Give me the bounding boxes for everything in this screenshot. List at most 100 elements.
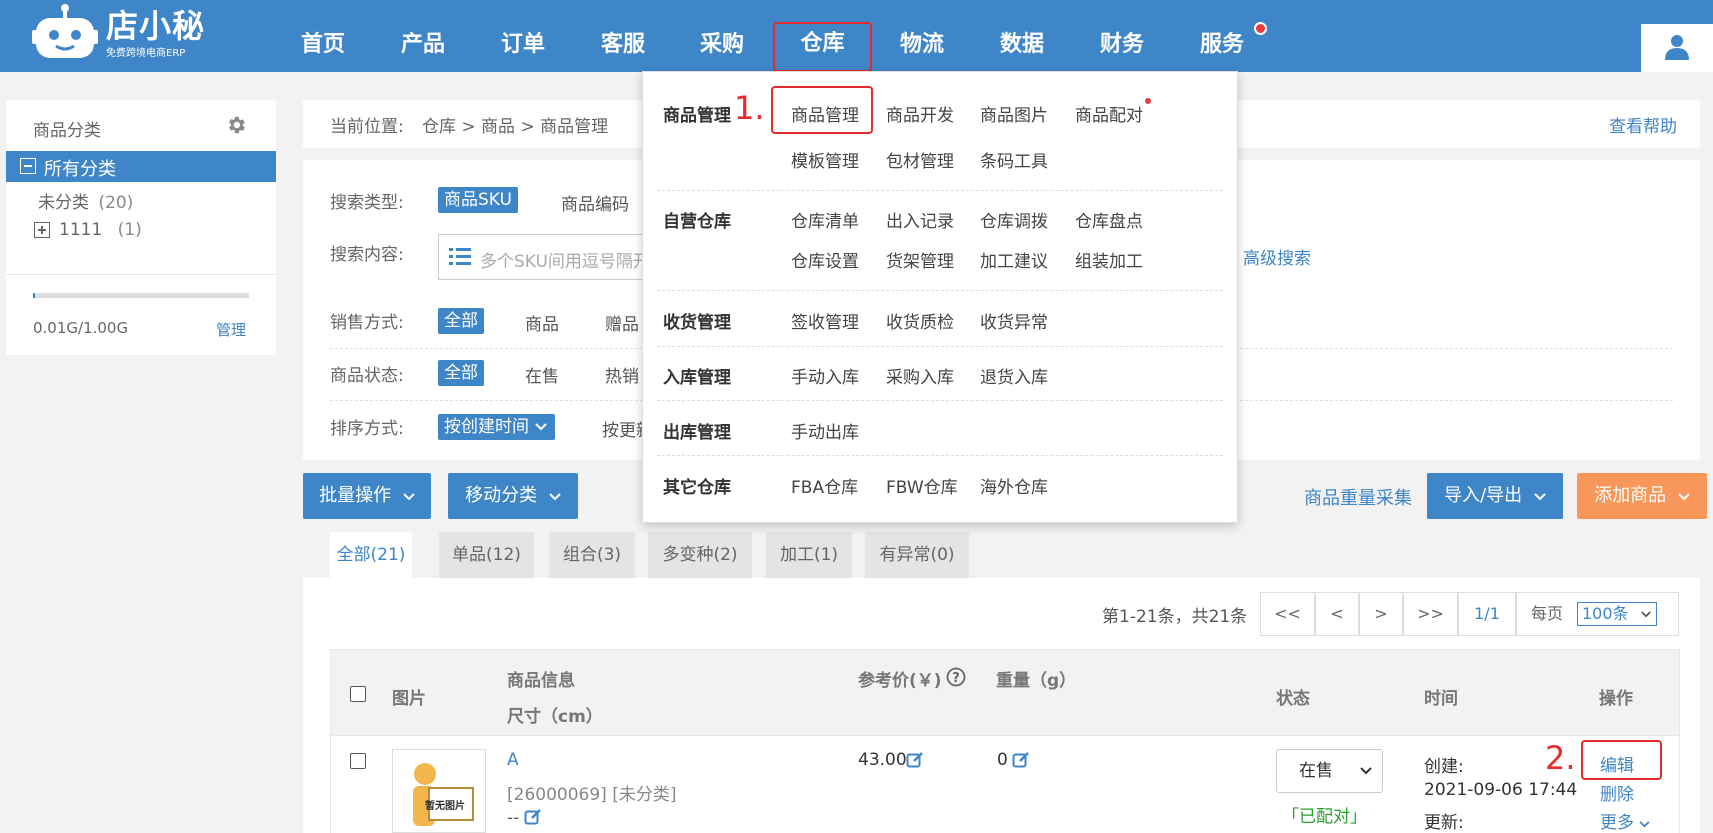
status-all[interactable]: 全部 <box>438 360 484 386</box>
top-navbar: 店小秘 免费跨境电商ERP 首页 产品 订单 客服 采购 仓库 物流 数据 财务… <box>0 0 1713 72</box>
menu-warehouse-transfer[interactable]: 仓库调拨 <box>980 207 1048 232</box>
sale-mode-gift[interactable]: 赠品 <box>605 310 639 335</box>
menu-barcode-tool[interactable]: 条码工具 <box>980 147 1048 172</box>
chevron-down-icon <box>1641 611 1651 618</box>
menu-product-pairing[interactable]: 商品配对 <box>1075 101 1143 126</box>
sidebar-item-uncategorized[interactable]: 未分类 (20) <box>38 188 133 213</box>
nav-orders[interactable]: 订单 <box>478 0 568 72</box>
product-name-link[interactable]: A <box>507 750 519 770</box>
status-hot[interactable]: 热销 <box>605 362 639 387</box>
help-circle-icon[interactable]: ? <box>946 667 966 687</box>
page-last-button[interactable]: >> <box>1403 592 1458 636</box>
tab-processing[interactable]: 加工(1) <box>766 532 852 578</box>
menu-product-development[interactable]: 商品开发 <box>886 101 954 126</box>
header-weight: 重量（g） <box>996 671 1077 691</box>
nav-logistics[interactable]: 物流 <box>877 0 967 72</box>
expand-icon[interactable] <box>34 222 50 238</box>
menu-receiving-abnormal[interactable]: 收货异常 <box>980 308 1048 333</box>
edit-size-icon[interactable] <box>524 808 542 826</box>
help-link[interactable]: 查看帮助 <box>1609 112 1677 137</box>
header-operations: 操作 <box>1599 689 1633 709</box>
move-category-button[interactable]: 移动分类 <box>448 473 578 519</box>
storage-manage-link[interactable]: 管理 <box>216 319 246 340</box>
status-select[interactable]: 在售 <box>1276 749 1383 793</box>
page-first-button[interactable]: << <box>1260 592 1315 636</box>
step-2-marker: 2. <box>1545 739 1576 777</box>
weight-collect-link[interactable]: 商品重量采集 <box>1304 484 1412 510</box>
nav-data[interactable]: 数据 <box>977 0 1067 72</box>
menu-shelf-management[interactable]: 货架管理 <box>886 247 954 272</box>
menu-warehouse-settings[interactable]: 仓库设置 <box>791 247 859 272</box>
edit-weight-icon[interactable] <box>1012 751 1030 769</box>
menu-stocktaking[interactable]: 仓库盘点 <box>1075 207 1143 232</box>
search-type-sku[interactable]: 商品SKU <box>438 187 518 213</box>
sidebar-item-all-label: 所有分类 <box>44 159 116 180</box>
menu-receiving-inspection[interactable]: 收货质检 <box>886 308 954 333</box>
menu-processing-suggestions[interactable]: 加工建议 <box>980 247 1048 272</box>
import-export-button[interactable]: 导入/导出 <box>1427 473 1563 519</box>
gear-icon[interactable] <box>225 114 247 136</box>
nav-purchase[interactable]: 采购 <box>677 0 767 72</box>
status-select-value: 在售 <box>1299 761 1333 781</box>
menu-template-management[interactable]: 模板管理 <box>791 147 859 172</box>
product-sku-code: [26000069] <box>507 785 607 805</box>
select-all-checkbox[interactable] <box>350 686 366 702</box>
menu-packaging-management[interactable]: 包材管理 <box>886 147 954 172</box>
tab-variant[interactable]: 多变种(2) <box>648 532 752 578</box>
add-product-button[interactable]: 添加商品 <box>1577 473 1707 519</box>
chevron-down-icon <box>535 423 547 431</box>
menu-manual-outbound[interactable]: 手动出库 <box>791 418 859 443</box>
menu-return-inbound[interactable]: 退货入库 <box>980 363 1048 388</box>
nav-finance[interactable]: 财务 <box>1077 0 1167 72</box>
sidebar-item-1111[interactable]: 1111 (1) <box>59 220 142 240</box>
menu-manual-inbound[interactable]: 手动入库 <box>791 363 859 388</box>
search-type-label: 搜索类型: <box>330 193 404 213</box>
tab-abnormal[interactable]: 有异常(0) <box>865 532 969 578</box>
storage-bar <box>33 293 249 298</box>
product-thumbnail[interactable]: 暂无图片 <box>392 749 486 833</box>
uncategorized-label: 未分类 <box>38 193 89 213</box>
row-checkbox[interactable] <box>350 753 366 769</box>
per-page-select[interactable]: 100条 <box>1577 602 1657 626</box>
menu-sign-receipt[interactable]: 签收管理 <box>791 308 859 333</box>
nav-products[interactable]: 产品 <box>378 0 468 72</box>
more-link[interactable]: 更多 <box>1600 808 1650 833</box>
menu-fba-warehouse[interactable]: FBA仓库 <box>791 473 858 498</box>
search-content-label: 搜索内容: <box>330 245 404 265</box>
chevron-down-icon <box>1678 493 1690 501</box>
user-menu[interactable] <box>1641 24 1713 72</box>
edit-price-icon[interactable] <box>906 751 924 769</box>
sidebar-item-all[interactable]: 所有分类 <box>6 151 276 182</box>
sale-mode-all[interactable]: 全部 <box>438 308 484 334</box>
menu-inout-records[interactable]: 出入记录 <box>886 207 954 232</box>
sale-mode-product[interactable]: 商品 <box>525 310 559 335</box>
menu-product-images[interactable]: 商品图片 <box>980 101 1048 126</box>
sort-by-created[interactable]: 按创建时间 <box>438 414 555 440</box>
status-on-sale[interactable]: 在售 <box>525 362 559 387</box>
delete-link[interactable]: 删除 <box>1600 780 1634 805</box>
advanced-search-link[interactable]: 高级搜索 <box>1243 244 1311 269</box>
menu-purchase-inbound[interactable]: 采购入库 <box>886 363 954 388</box>
product-sku: [26000069] [未分类] <box>507 780 676 805</box>
nav-services[interactable]: 服务 <box>1177 0 1267 72</box>
chevron-down-icon <box>1360 767 1372 775</box>
chevron-down-icon <box>549 493 561 501</box>
nav-warehouse[interactable]: 仓库 <box>773 22 872 72</box>
collapse-icon[interactable] <box>20 158 36 174</box>
page-next-button[interactable]: > <box>1359 592 1403 636</box>
page-current[interactable]: 1/1 <box>1458 592 1516 636</box>
search-type-code[interactable]: 商品编码 <box>561 190 629 215</box>
tab-all[interactable]: 全部(21) <box>330 532 412 578</box>
menu-overseas-warehouse[interactable]: 海外仓库 <box>980 473 1048 498</box>
sidebar-title: 商品分类 <box>33 121 101 141</box>
nav-service[interactable]: 客服 <box>578 0 668 72</box>
nav-home[interactable]: 首页 <box>278 0 368 72</box>
product-size: -- <box>507 808 520 828</box>
menu-fbw-warehouse[interactable]: FBW仓库 <box>886 473 958 498</box>
menu-warehouse-list[interactable]: 仓库清单 <box>791 207 859 232</box>
menu-assembly-processing[interactable]: 组装加工 <box>1075 247 1143 272</box>
tab-bundle[interactable]: 组合(3) <box>549 532 635 578</box>
batch-operation-button[interactable]: 批量操作 <box>303 473 431 519</box>
tab-single[interactable]: 单品(12) <box>439 532 534 578</box>
page-prev-button[interactable]: < <box>1315 592 1359 636</box>
